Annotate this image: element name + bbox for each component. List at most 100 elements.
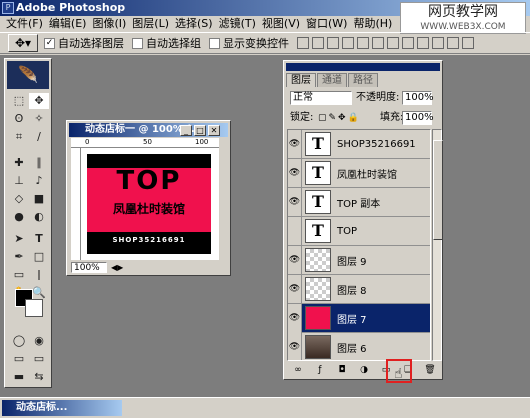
document-canvas[interactable]: TOP 凤凰杜时装馆 SHOP35216691 [81, 148, 219, 260]
align-vcenter-icon[interactable] [312, 37, 324, 49]
auto-select-group-checkbox[interactable]: 自动选择组 [132, 35, 201, 51]
move-tool-icon[interactable]: ✥ [29, 93, 49, 109]
scrollbar-thumb[interactable] [433, 140, 443, 240]
eye-icon[interactable]: 👁 [288, 332, 302, 360]
menu-window[interactable]: 窗口(W) [306, 16, 353, 32]
blend-mode-select[interactable]: 正常 [290, 91, 352, 105]
menu-layer[interactable]: 图层(L) [132, 16, 175, 32]
layer-row[interactable]: T TOP [288, 216, 430, 246]
lasso-tool-icon[interactable]: ʘ [9, 111, 29, 127]
layers-panel: 图层 通道 路径 正常 不透明度: 100% 锁定: ▢✎✥🔒 填充: 100%… [283, 60, 443, 380]
minimized-document-title: 动态店标... [16, 402, 68, 413]
pen-tool-icon[interactable]: ✒ [9, 249, 29, 265]
brush-tool-icon[interactable]: ∥ [29, 155, 49, 171]
layer-thumbnail [305, 306, 331, 330]
menu-help[interactable]: 帮助(H) [353, 16, 398, 32]
menu-view[interactable]: 视图(V) [262, 16, 306, 32]
show-transform-checkbox[interactable]: 显示变换控件 [209, 35, 289, 51]
history-brush-tool-icon[interactable]: ♪ [29, 173, 49, 189]
layer-row[interactable]: 👁 T TOP 副本 [288, 187, 430, 217]
maximize-icon[interactable]: □ [194, 125, 206, 136]
link-layers-icon[interactable]: ∞ [292, 365, 304, 375]
panel-tabs: 图层 通道 路径 [286, 73, 440, 87]
notes-tool-icon[interactable]: ▭ [9, 267, 29, 283]
magic-wand-tool-icon[interactable]: ✧ [29, 111, 49, 127]
dodge-tool-icon[interactable]: ◐ [29, 209, 49, 225]
horizontal-ruler: 0 50 100 [71, 138, 219, 148]
tab-paths[interactable]: 路径 [348, 73, 378, 87]
type-tool-icon[interactable]: T [29, 231, 49, 247]
marquee-tool-icon[interactable]: ⬚ [9, 93, 29, 109]
eye-icon[interactable]: 👁 [288, 187, 302, 217]
align-right-icon[interactable] [372, 37, 384, 49]
distribute-vcenter-icon[interactable] [402, 37, 414, 49]
eye-icon[interactable]: 👁 [288, 303, 302, 333]
distribute-bottom-icon[interactable] [417, 37, 429, 49]
fill-field[interactable]: 100% [402, 111, 434, 125]
layer-row[interactable]: 👁 图层 6 [288, 332, 430, 360]
full-screen-menu-icon[interactable]: ▭ [29, 351, 49, 367]
layer-thumbnail [305, 248, 331, 272]
eye-icon[interactable]: 👁 [288, 245, 302, 275]
full-screen-icon[interactable]: ▬ [9, 369, 29, 385]
gradient-tool-icon[interactable]: ■ [29, 191, 49, 207]
distribute-right-icon[interactable] [462, 37, 474, 49]
slice-tool-icon[interactable]: ∕ [29, 129, 49, 145]
eraser-tool-icon[interactable]: ◇ [9, 191, 29, 207]
distribute-top-icon[interactable] [387, 37, 399, 49]
standard-mode-icon[interactable]: ◯ [9, 333, 29, 349]
adjustment-layer-icon[interactable]: ◑ [358, 365, 370, 375]
healing-brush-tool-icon[interactable]: ✚ [9, 155, 29, 171]
align-top-icon[interactable] [297, 37, 309, 49]
standard-screen-icon[interactable]: ▭ [9, 351, 29, 367]
imageready-jump-icon[interactable]: ⇆ [29, 369, 49, 385]
add-mask-icon[interactable]: ◘ [336, 365, 348, 375]
tab-layers[interactable]: 图层 [286, 73, 316, 87]
layers-scrollbar[interactable] [432, 129, 443, 361]
eye-icon[interactable]: 👁 [288, 158, 302, 188]
close-icon[interactable]: ✕ [208, 125, 220, 136]
layer-row[interactable]: 👁 图层 9 [288, 245, 430, 275]
app-title: Adobe Photoshop [16, 1, 126, 14]
layer-row[interactable]: 👁 T 凤凰杜时装馆 [288, 158, 430, 188]
tab-channels[interactable]: 通道 [317, 73, 347, 87]
quick-mask-mode-icon[interactable]: ◉ [29, 333, 49, 349]
lock-icons[interactable]: ▢✎✥🔒 [318, 112, 361, 124]
layer-style-icon[interactable]: ƒ [314, 365, 326, 375]
shape-tool-icon[interactable]: □ [29, 249, 49, 265]
layer-row-selected[interactable]: 👁 图层 7 [288, 303, 430, 333]
eye-icon[interactable]: 👁 [288, 274, 302, 304]
align-bottom-icon[interactable] [327, 37, 339, 49]
watermark-line1: 网页教学网 [428, 4, 498, 20]
menu-filter[interactable]: 滤镜(T) [219, 16, 262, 32]
eye-hidden-icon[interactable] [288, 216, 302, 246]
menu-file[interactable]: 文件(F) [6, 16, 49, 32]
layer-row[interactable]: 👁 图层 8 [288, 274, 430, 304]
clone-stamp-tool-icon[interactable]: ⊥ [9, 173, 29, 189]
minimized-document-button[interactable]: 动态店标... [2, 400, 122, 416]
panel-titlebar[interactable] [286, 63, 440, 71]
background-color-swatch[interactable] [25, 299, 43, 317]
eyedropper-tool-icon[interactable]: ǀ [29, 267, 49, 283]
delete-layer-icon[interactable]: 🗑 [424, 365, 436, 375]
menu-edit[interactable]: 编辑(E) [49, 16, 93, 32]
tool-preset-picker[interactable]: ✥▾ [8, 34, 38, 52]
minimize-icon[interactable]: _ [180, 125, 192, 136]
layer-row[interactable]: 👁 T SHOP35216691 [288, 130, 430, 159]
menu-select[interactable]: 选择(S) [175, 16, 219, 32]
align-left-icon[interactable] [342, 37, 354, 49]
path-selection-tool-icon[interactable]: ➤ [9, 231, 29, 247]
opacity-field[interactable]: 100% [402, 91, 434, 105]
zoom-level-field[interactable]: 100% [71, 262, 107, 273]
lock-label: 锁定: [290, 112, 314, 123]
status-arrow-icon[interactable]: ◀▶ [111, 262, 123, 273]
menu-image[interactable]: 图像(I) [92, 16, 132, 32]
crop-tool-icon[interactable]: ⌗ [9, 129, 29, 145]
eye-icon[interactable]: 👁 [288, 130, 302, 159]
ruler-mark: 50 [143, 138, 152, 146]
blur-tool-icon[interactable]: ● [9, 209, 29, 225]
auto-select-layer-checkbox[interactable]: ✓ 自动选择图层 [44, 35, 124, 51]
align-hcenter-icon[interactable] [357, 37, 369, 49]
distribute-left-icon[interactable] [432, 37, 444, 49]
distribute-hcenter-icon[interactable] [447, 37, 459, 49]
